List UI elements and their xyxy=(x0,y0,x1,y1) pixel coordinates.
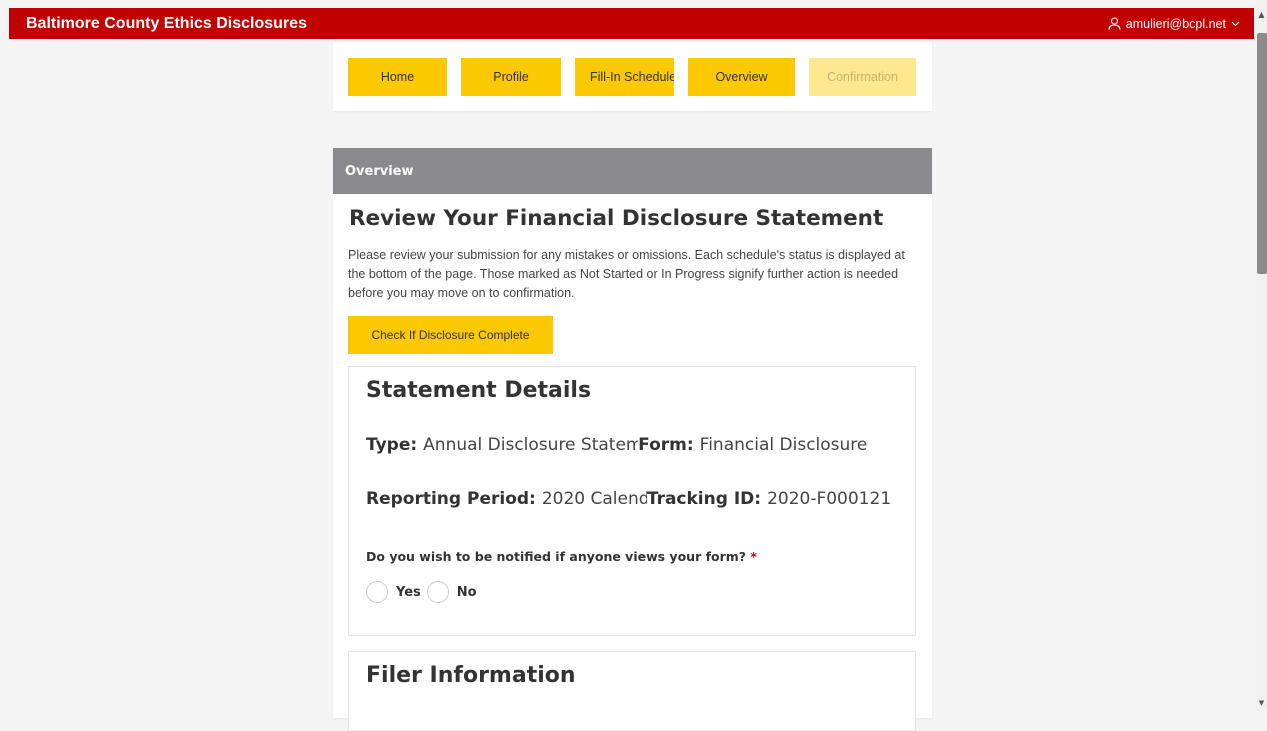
overview-header: Overview xyxy=(333,148,932,194)
user-icon xyxy=(1108,17,1121,30)
notify-no-radio[interactable] xyxy=(426,581,449,603)
step-navigation: Home Profile Fill-In Schedules Overview … xyxy=(333,42,932,111)
form-value: Financial Disclosure xyxy=(699,435,868,455)
notify-question-text: Do you wish to be notified if anyone vie… xyxy=(366,549,747,564)
reporting-period-label: Reporting Period: xyxy=(366,489,536,509)
nav-confirmation-button: Confirmation xyxy=(809,58,916,96)
nav-home-button[interactable]: Home xyxy=(348,58,447,96)
nav-overview-button[interactable]: Overview xyxy=(688,58,795,96)
scrollbar-thumb[interactable] xyxy=(1257,33,1267,274)
filer-information-card: Filer Information xyxy=(348,651,916,731)
notify-no-label[interactable]: No xyxy=(457,585,477,600)
type-form-row: Type: Annual Disclosure Statement Form: … xyxy=(366,435,867,455)
scroll-down-arrow-icon[interactable]: ▼ xyxy=(1256,698,1267,708)
statement-details-title: Statement Details xyxy=(366,378,592,403)
page-title: Review Your Financial Disclosure Stateme… xyxy=(349,206,884,231)
tracking-id-value: 2020-F000121 xyxy=(767,489,892,509)
notify-radio-group: Yes No xyxy=(366,581,483,603)
notify-yes-radio[interactable] xyxy=(366,581,388,603)
user-email: amulieri@bcpl.net xyxy=(1125,16,1226,31)
reporting-period-value: 2020 Calendar Year xyxy=(541,489,647,509)
tracking-id-label: Tracking ID: xyxy=(646,489,762,509)
filer-information-title: Filer Information xyxy=(366,663,576,688)
overview-panel: Overview Review Your Financial Disclosur… xyxy=(333,148,932,731)
notify-yes-label[interactable]: Yes xyxy=(396,585,421,600)
required-marker: * xyxy=(750,549,757,564)
form-label: Form: xyxy=(638,435,694,455)
notify-question: Do you wish to be notified if anyone vie… xyxy=(366,549,757,564)
nav-profile-button[interactable]: Profile xyxy=(461,58,561,96)
app-title: Baltimore County Ethics Disclosures xyxy=(26,14,307,32)
user-menu[interactable]: amulieri@bcpl.net xyxy=(1108,17,1240,31)
chevron-down-icon xyxy=(1231,19,1240,28)
type-label: Type: xyxy=(366,435,418,455)
type-value: Annual Disclosure Statement xyxy=(423,435,639,455)
nav-fill-in-schedules-button[interactable]: Fill-In Schedules xyxy=(575,58,674,96)
scroll-up-arrow-icon[interactable]: ▲ xyxy=(1256,8,1267,22)
statement-details-card: Statement Details Type: Annual Disclosur… xyxy=(348,366,916,636)
top-bar: Baltimore County Ethics Disclosures amul… xyxy=(9,8,1254,39)
period-tracking-row: Reporting Period: 2020 Calendar Year Tra… xyxy=(366,489,891,509)
review-description: Please review your submission for any mi… xyxy=(348,248,905,300)
check-disclosure-complete-button[interactable]: Check If Disclosure Complete xyxy=(348,316,553,354)
